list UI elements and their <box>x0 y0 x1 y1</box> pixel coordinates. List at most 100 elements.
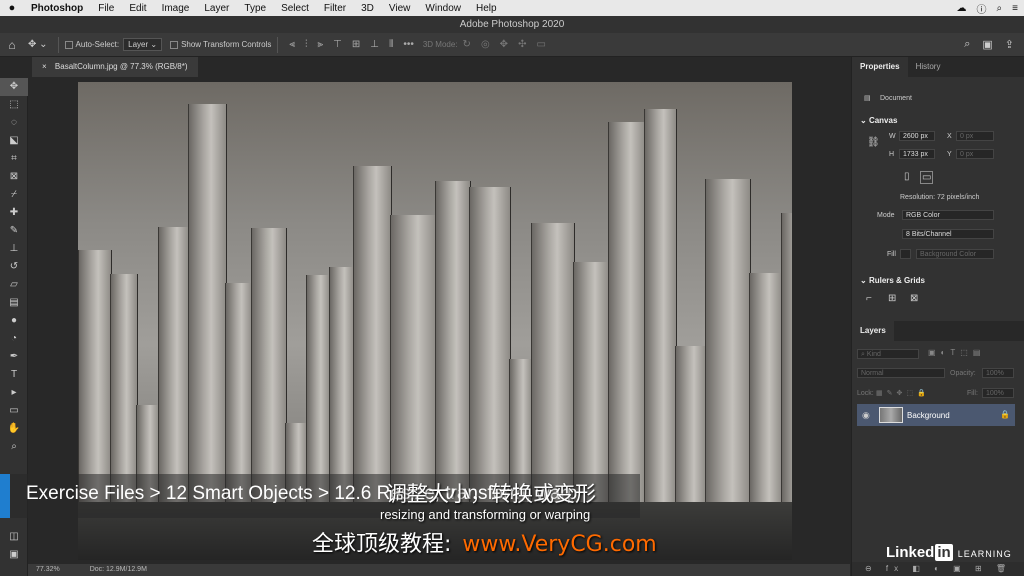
landscape-orientation-icon[interactable]: ▭ <box>920 171 934 184</box>
crop-tool-icon[interactable]: ⌗ <box>0 150 28 168</box>
menu-photoshop[interactable]: Photoshop <box>24 3 91 14</box>
lasso-tool-icon[interactable]: ◌ <box>0 114 28 132</box>
zoom-tool-icon[interactable]: ⌕ <box>0 438 28 456</box>
frame-tool-icon[interactable]: ⊠ <box>0 168 28 186</box>
menu-image[interactable]: Image <box>155 3 198 14</box>
canvas-section-header[interactable]: ⌄ Canvas <box>860 116 897 125</box>
move-tool-icon[interactable]: ✥ <box>0 78 28 96</box>
layer-filter-icons[interactable]: ▣◐T⬚▤ <box>928 348 985 357</box>
show-transform-checkbox[interactable] <box>170 40 179 49</box>
home-icon[interactable]: ⌂ <box>0 38 24 52</box>
path-select-tool-icon[interactable]: ▸ <box>0 384 28 402</box>
basalt-column <box>608 122 646 502</box>
eraser-tool-icon[interactable]: ▱ <box>0 276 28 294</box>
creative-cloud-icon[interactable]: ☁ <box>957 3 967 14</box>
y-field[interactable]: 0 px <box>956 149 994 159</box>
basalt-column <box>225 283 253 502</box>
lock-icon[interactable]: 🔒 <box>1000 410 1010 419</box>
clone-stamp-tool-icon[interactable]: ⊥ <box>0 240 28 258</box>
layers-footer-icons[interactable]: ⊖ fx ◧ ◐ ▣ ⊞ 🗑 <box>852 562 1024 576</box>
share-icon[interactable]: ⇪ <box>1005 38 1014 51</box>
auto-select-target-dropdown[interactable]: Layer ⌄ <box>123 38 163 51</box>
quick-mask-icon[interactable]: ◫ <box>0 528 28 546</box>
align-right-icon[interactable]: ⫸ <box>317 39 323 50</box>
align-bottom-icon[interactable]: ⊥ <box>370 39 379 50</box>
move-tool-preset[interactable]: ✥ ⌄ <box>24 39 52 50</box>
menu-view[interactable]: View <box>382 3 419 14</box>
bit-depth-dropdown[interactable]: 8 Bits/Channel <box>902 229 994 239</box>
gradient-tool-icon[interactable]: ▤ <box>0 294 28 312</box>
3d-pan-icon[interactable]: ✥ <box>500 39 508 50</box>
rectangle-tool-icon[interactable]: ▭ <box>0 402 28 420</box>
document-size[interactable]: Doc: 12.9M/12.9M <box>90 566 147 573</box>
search-icon[interactable]: ⌕ <box>964 38 970 51</box>
link-icon[interactable]: ⛓ <box>867 137 880 148</box>
rulers-grids-section-header[interactable]: ⌄ Rulers & Grids <box>860 276 925 285</box>
mode-label: Mode <box>877 212 895 219</box>
more-options-icon[interactable]: ••• <box>403 39 414 50</box>
screen-mode-icon[interactable]: ▣ <box>0 546 28 564</box>
grid-icon[interactable]: ⊞ <box>888 293 896 304</box>
dodge-tool-icon[interactable]: ◔ <box>0 330 28 348</box>
properties-document-label: Document <box>880 95 912 102</box>
width-field[interactable]: 2600 px <box>899 131 935 141</box>
eyedropper-tool-icon[interactable]: ⌿ <box>0 186 28 204</box>
document-tab[interactable]: × BasaltColumn.jpg @ 77.3% (RGB/8*) <box>32 57 198 77</box>
align-middle-icon[interactable]: ⊞ <box>352 39 360 50</box>
type-tool-icon[interactable]: T <box>0 366 28 384</box>
menu-layer[interactable]: Layer <box>197 3 237 14</box>
blur-tool-icon[interactable]: ● <box>0 312 28 330</box>
tab-history[interactable]: History <box>908 57 949 77</box>
eye-icon[interactable]: ◉ <box>862 410 870 421</box>
brush-tool-icon[interactable]: ✎ <box>0 222 28 240</box>
menu-file[interactable]: File <box>91 3 122 14</box>
apple-icon[interactable]: ● <box>0 2 24 14</box>
chevron-down-icon: ⌄ <box>860 116 869 125</box>
history-brush-tool-icon[interactable]: ↺ <box>0 258 28 276</box>
close-icon[interactable]: × <box>42 62 47 71</box>
fill-opacity-field[interactable]: 100% <box>982 388 1014 398</box>
fill-dropdown[interactable]: Background Color <box>916 249 994 259</box>
distribute-icon[interactable]: ⦀ <box>389 39 393 50</box>
align-top-icon[interactable]: ⊤ <box>333 39 342 50</box>
pen-tool-icon[interactable]: ✒ <box>0 348 28 366</box>
height-field[interactable]: 1733 px <box>899 149 935 159</box>
menu-window[interactable]: Window <box>418 3 469 14</box>
menu-help[interactable]: Help <box>469 3 505 14</box>
3d-slide-icon[interactable]: ✣ <box>518 39 526 50</box>
tab-layers[interactable]: Layers <box>852 321 894 341</box>
align-center-icon[interactable]: ⫶ <box>305 39 308 50</box>
rulers-icon[interactable]: ⌐ <box>866 293 872 304</box>
blend-mode-dropdown[interactable]: Normal <box>857 368 945 378</box>
portrait-orientation-icon[interactable]: ▯ <box>904 171 910 182</box>
marquee-tool-icon[interactable]: ⬚ <box>0 96 28 114</box>
menu-select[interactable]: Select <box>274 3 317 14</box>
3d-camera-icon[interactable]: ▭ <box>536 39 545 50</box>
search-icon[interactable]: ⌕ <box>997 3 1003 14</box>
x-field[interactable]: 0 px <box>956 131 994 141</box>
lock-icons[interactable]: ▦✎✥⬚🔒 <box>876 389 930 397</box>
menu-icon[interactable]: ≡ <box>1012 3 1018 14</box>
menu-edit[interactable]: Edit <box>122 3 154 14</box>
opacity-field[interactable]: 100% <box>982 368 1014 378</box>
zoom-level[interactable]: 77.32% <box>36 566 60 573</box>
hand-tool-icon[interactable]: ✋ <box>0 420 28 438</box>
workspace-icon[interactable]: ▣ <box>982 38 992 51</box>
tab-properties[interactable]: Properties <box>852 57 908 77</box>
3d-orbit-icon[interactable]: ↻ <box>463 39 471 50</box>
object-select-tool-icon[interactable]: ⬕ <box>0 132 28 150</box>
3d-roll-icon[interactable]: ◎ <box>481 39 490 50</box>
guides-icon[interactable]: ⊠ <box>910 293 918 304</box>
align-left-icon[interactable]: ⫷ <box>289 39 295 50</box>
menu-type[interactable]: Type <box>237 3 274 14</box>
menu-filter[interactable]: Filter <box>317 3 354 14</box>
basalt-column <box>353 166 392 502</box>
auto-select-checkbox[interactable] <box>64 40 73 49</box>
menu-3d[interactable]: 3D <box>354 3 382 14</box>
info-icon[interactable]: ⓘ <box>977 1 987 16</box>
fill-swatch[interactable] <box>900 249 911 259</box>
mode-dropdown[interactable]: RGB Color <box>902 210 994 220</box>
layer-row-background[interactable]: ◉ Background 🔒 <box>857 404 1015 426</box>
healing-brush-tool-icon[interactable]: ✚ <box>0 204 28 222</box>
layer-filter-dropdown[interactable]: ⌕ Kind <box>857 349 919 359</box>
